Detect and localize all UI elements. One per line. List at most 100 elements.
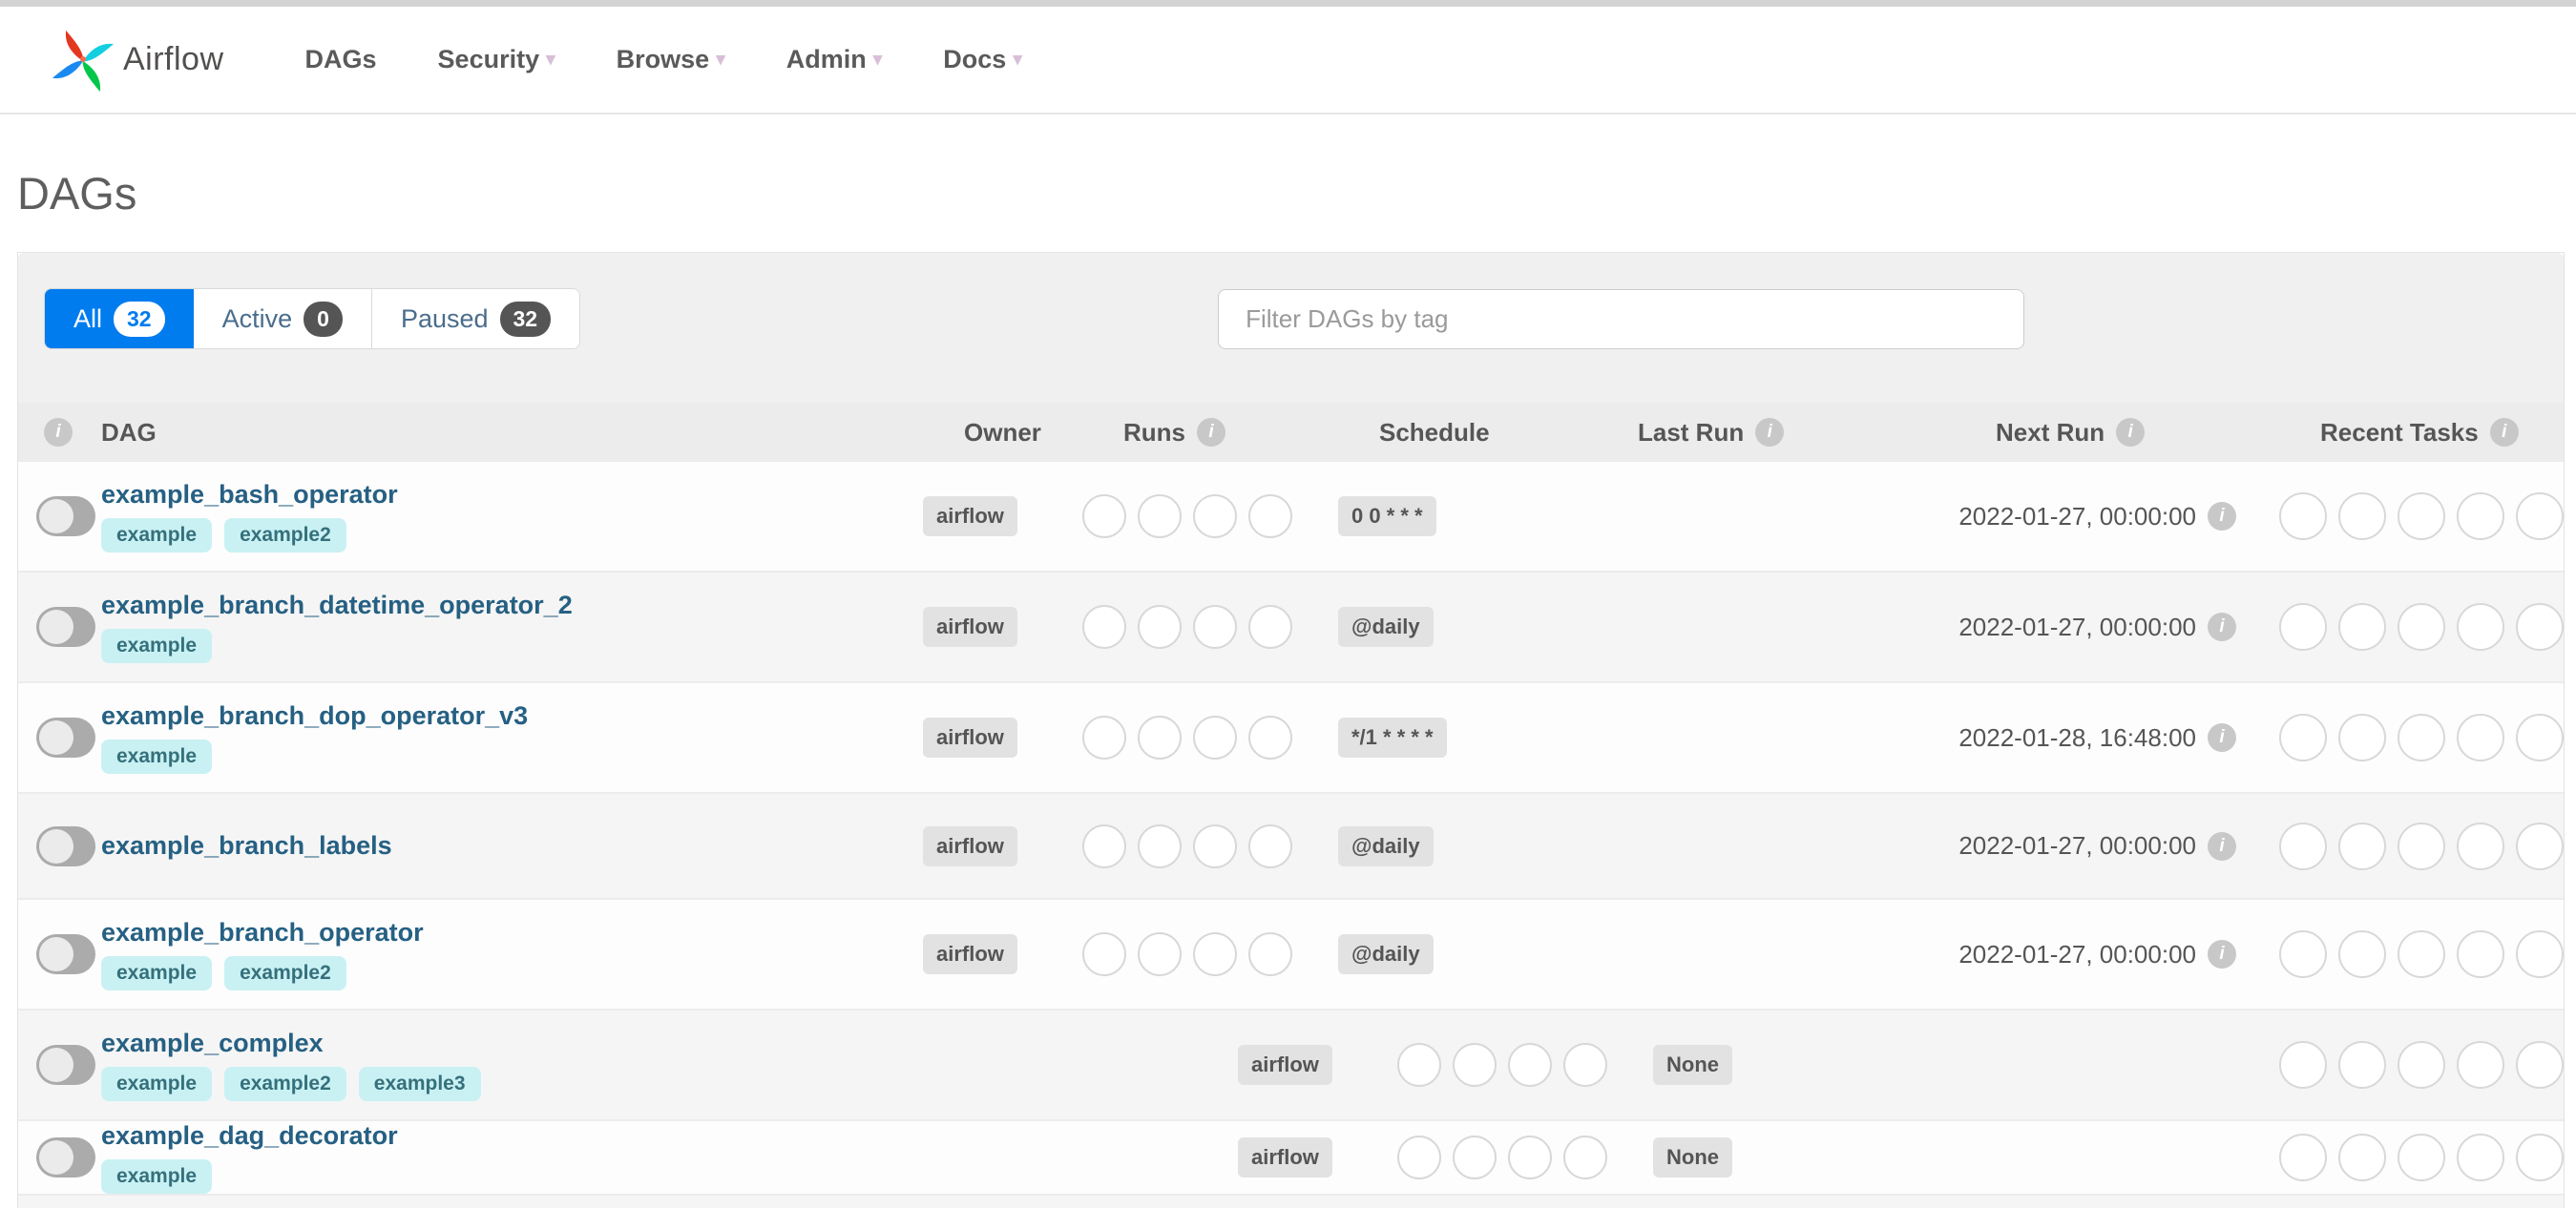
dag-runs-status-circles[interactable] (1082, 823, 1292, 868)
column-header-schedule[interactable]: Schedule (1379, 418, 1604, 448)
dag-name-link[interactable]: example_branch_datetime_operator_2 (101, 591, 870, 620)
tab-label: Active (221, 303, 293, 333)
run-status-circle (1563, 1136, 1607, 1179)
nav-item-browse[interactable]: Browse ▾ (617, 45, 725, 74)
next-run-date: 2022-01-27, 00:00:00 (1958, 501, 2196, 531)
tab-paused[interactable]: Paused 32 (371, 289, 580, 348)
column-header-recent-tasks[interactable]: Recent Tasks i (2320, 418, 2519, 448)
dag-tag[interactable]: example2 (224, 956, 346, 990)
dag-tag[interactable]: example (101, 956, 213, 990)
dag-tag-list: example example2 (101, 518, 870, 552)
dag-pause-toggle[interactable] (36, 825, 95, 866)
column-header-label: Recent Tasks (2320, 417, 2479, 447)
next-run-row-info-icon: i (2208, 613, 2236, 641)
recent-tasks-status-circles[interactable] (2279, 930, 2564, 978)
task-status-circle (2516, 930, 2564, 978)
recent-tasks-status-circles[interactable] (2279, 1041, 2564, 1089)
next-run-info-icon: i (2116, 418, 2146, 447)
dag-tag[interactable]: example (101, 740, 213, 774)
dag-name-link[interactable]: example_branch_operator (101, 918, 870, 948)
task-status-circle (2516, 603, 2564, 651)
dag-table-row: example_branch_labels airflow @daily 202… (18, 794, 2564, 900)
dag-tag[interactable]: example (101, 629, 213, 663)
task-status-circle (2516, 1134, 2564, 1181)
toggle-knob (39, 937, 73, 971)
run-status-circle (1082, 494, 1126, 538)
next-run-row-info-icon: i (2208, 940, 2236, 969)
filter-dags-by-tag-input[interactable] (1218, 288, 2025, 349)
column-header-owner[interactable]: Owner (964, 418, 1095, 448)
run-status-circle (1397, 1136, 1441, 1179)
tab-active[interactable]: Active 0 (193, 289, 372, 348)
column-header-label: Runs (1123, 417, 1185, 447)
dag-table-row: example_branch_datetime_operator_2 examp… (18, 573, 2564, 683)
owner-badge: airflow (923, 496, 1017, 536)
airflow-brand[interactable]: Airflow (52, 29, 224, 92)
recent-tasks-status-circles[interactable] (2279, 1134, 2564, 1181)
dag-pause-toggle[interactable] (36, 1137, 95, 1178)
task-status-circle (2457, 714, 2504, 761)
task-status-circle (2338, 930, 2386, 978)
run-status-circle (1138, 494, 1182, 538)
nav-item-dags[interactable]: DAGs (305, 45, 377, 74)
schedule-badge: None (1653, 1045, 1732, 1085)
run-status-circle (1453, 1136, 1497, 1179)
dag-tag[interactable]: example (101, 1067, 213, 1101)
dag-pause-toggle[interactable] (36, 1045, 95, 1085)
task-status-circle (2516, 714, 2564, 761)
dag-name-link[interactable]: example_bash_operator (101, 480, 870, 510)
dag-name-link[interactable]: example_branch_dop_operator_v3 (101, 701, 870, 731)
recent-tasks-status-circles[interactable] (2279, 822, 2564, 870)
tab-label: All (73, 303, 103, 333)
dag-tag[interactable]: example (101, 518, 213, 552)
task-status-circle (2279, 603, 2327, 651)
dag-table-row: example_branch_operator example example2… (18, 900, 2564, 1011)
chevron-down-icon: ▾ (1013, 50, 1022, 70)
task-status-circle (2457, 603, 2504, 651)
brand-name: Airflow (123, 41, 224, 77)
dag-name-link[interactable]: example_complex (101, 1029, 1185, 1058)
dag-tag[interactable]: example (101, 1159, 213, 1194)
recent-tasks-status-circles[interactable] (2279, 714, 2564, 761)
navbar: Airflow DAGs Security ▾ Browse ▾ Admin ▾… (0, 7, 2576, 115)
column-header-last-run[interactable]: Last Run i (1638, 418, 1785, 448)
dag-pause-toggle[interactable] (36, 496, 95, 536)
recent-tasks-status-circles[interactable] (2279, 492, 2564, 540)
schedule-badge: @daily (1338, 825, 1434, 866)
dag-runs-status-circles[interactable] (1397, 1136, 1607, 1179)
dags-card: All 32 Active 0 Paused 32 i DAG Owner Ru… (17, 252, 2565, 1208)
run-status-circle (1082, 932, 1126, 976)
column-header-runs[interactable]: Runs i (1123, 418, 1225, 448)
nav-item-docs[interactable]: Docs ▾ (943, 45, 1022, 74)
task-status-circle (2457, 822, 2504, 870)
run-status-circle (1138, 823, 1182, 868)
dag-tag-list: example example2 example3 (101, 1067, 1185, 1101)
dag-runs-status-circles[interactable] (1082, 716, 1292, 760)
dag-pause-toggle[interactable] (36, 934, 95, 974)
dag-runs-status-circles[interactable] (1397, 1043, 1607, 1087)
dag-name-link[interactable]: example_dag_decorator (101, 1121, 1185, 1151)
dag-runs-status-circles[interactable] (1082, 494, 1292, 538)
run-status-circle (1508, 1136, 1552, 1179)
chevron-down-icon: ▾ (546, 50, 555, 70)
dag-name-link[interactable]: example_branch_labels (101, 831, 870, 861)
nav-item-admin[interactable]: Admin ▾ (786, 45, 883, 74)
dag-tag[interactable]: example3 (358, 1067, 481, 1101)
tab-all[interactable]: All 32 (45, 289, 194, 348)
run-status-circle (1082, 823, 1126, 868)
column-header-next-run[interactable]: Next Run i (1996, 418, 2146, 448)
dag-tag[interactable]: example2 (224, 518, 346, 552)
task-status-circle (2338, 603, 2386, 651)
dag-pause-toggle[interactable] (36, 718, 95, 758)
nav-item-security[interactable]: Security ▾ (438, 45, 555, 74)
schedule-badge: None (1653, 1137, 1732, 1178)
recent-tasks-status-circles[interactable] (2279, 603, 2564, 651)
dag-runs-status-circles[interactable] (1082, 605, 1292, 649)
column-header-dag[interactable]: DAG (101, 418, 911, 448)
last-run-info-icon: i (1755, 418, 1785, 447)
dag-runs-status-circles[interactable] (1082, 932, 1292, 976)
owner-badge: airflow (923, 718, 1017, 758)
dag-pause-toggle[interactable] (36, 607, 95, 647)
run-status-circle (1138, 716, 1182, 760)
dag-tag[interactable]: example2 (224, 1067, 346, 1101)
